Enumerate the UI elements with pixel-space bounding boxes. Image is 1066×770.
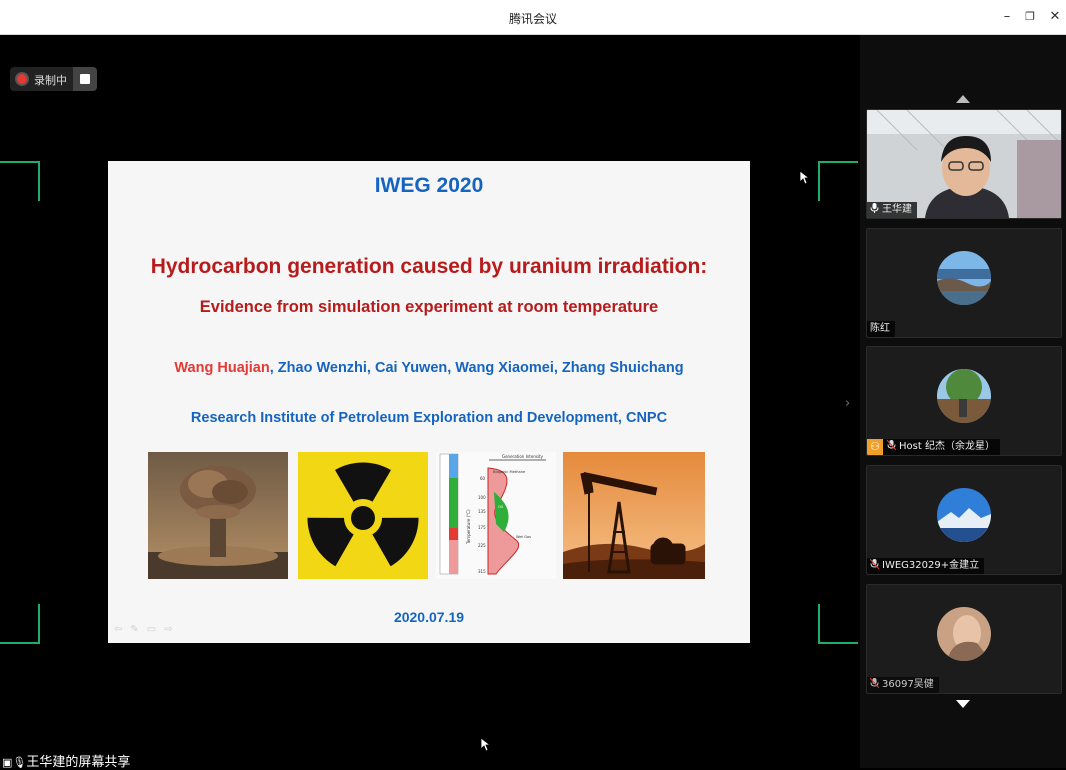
participant-name: IWEG32029+金建立 xyxy=(867,558,985,574)
first-author: Wang Huajian xyxy=(174,360,270,376)
participant-tile[interactable]: ⚇ Host 纪杰（余龙星） xyxy=(866,346,1062,456)
recording-indicator: 录制中 xyxy=(10,67,97,91)
mic-muted-icon xyxy=(887,440,896,450)
participant-name: 陈红 xyxy=(867,321,895,337)
mic-icon: 🎙 xyxy=(12,756,27,769)
diagram-zone-oil: Oil xyxy=(498,505,503,509)
diagram-top-label: Generation Intensity xyxy=(502,454,544,459)
participant-panel: 王华建 陈红 ⚇ Host 纪杰（余龙星） IWEG32029+金建立 36097 xyxy=(860,35,1066,768)
other-authors: , Zhao Wenzhi, Cai Yuwen, Wang Xiaomei, … xyxy=(269,360,684,376)
mouse-cursor-icon xyxy=(800,171,810,185)
scroll-down-icon[interactable] xyxy=(956,700,970,708)
screen-share-icon: ▣ xyxy=(2,756,13,769)
restore-icon[interactable]: ❐ xyxy=(1021,8,1039,26)
slide-authors: Wang Huajian, Zhao Wenzhi, Cai Yuwen, Wa… xyxy=(108,360,750,376)
focus-bracket xyxy=(0,604,40,644)
mic-muted-icon xyxy=(870,678,879,688)
avatar xyxy=(937,488,991,542)
diagram-tick: 175 xyxy=(478,525,486,530)
collapse-panel-icon[interactable]: › xyxy=(845,396,850,411)
host-icon: ⚇ xyxy=(867,439,883,455)
avatar xyxy=(937,251,991,305)
participant-name: ⚇ Host 纪杰（余龙星） xyxy=(867,439,1000,455)
mouse-cursor-icon xyxy=(481,738,491,752)
diagram-axis-label: Temperature (°C) xyxy=(466,509,471,545)
radiation-icon xyxy=(298,452,428,579)
slide-title: Hydrocarbon generation caused by uranium… xyxy=(150,255,708,278)
stop-icon xyxy=(80,74,90,84)
slide-institution: Research Institute of Petroleum Explorat… xyxy=(190,410,668,426)
oil-pump-image xyxy=(563,452,705,579)
scroll-up-icon[interactable] xyxy=(956,95,970,103)
mic-icon xyxy=(870,203,879,213)
participant-name: 36097吴健 xyxy=(867,677,939,693)
slide-controls[interactable]: ⇦✎▭⇨ xyxy=(114,624,181,635)
mushroom-cloud-image xyxy=(148,452,288,579)
focus-bracket xyxy=(818,604,858,644)
focus-bracket xyxy=(818,161,858,201)
avatar xyxy=(937,369,991,423)
diagram-tick: 60 xyxy=(480,476,486,481)
diagram-zone-methane: Biogenic Methane xyxy=(493,470,526,474)
close-icon[interactable]: ✕ xyxy=(1046,8,1064,26)
screen-share-status: ▣🎙王华建的屏幕共享 xyxy=(2,751,130,770)
diagram-zone-wetgas: Wet Gas xyxy=(516,535,531,539)
participant-tile[interactable]: 王华建 xyxy=(866,109,1062,219)
participant-tile[interactable]: 陈红 xyxy=(866,228,1062,338)
title-bar: 腾讯会议 – ❐ ✕ xyxy=(0,0,1066,35)
diagram-tick: 315 xyxy=(478,569,486,574)
participant-name: 王华建 xyxy=(867,202,917,218)
window-title: 腾讯会议 xyxy=(508,12,557,26)
recording-label: 录制中 xyxy=(34,74,67,87)
participant-tile[interactable]: 36097吴健 xyxy=(866,584,1062,694)
diagram-tick: 135 xyxy=(478,509,486,514)
generation-diagram: Generation Intensity Biogenic Methane Oi… xyxy=(436,452,556,579)
diagram-tick: 225 xyxy=(478,543,486,548)
focus-bracket xyxy=(0,161,40,201)
avatar xyxy=(937,607,991,661)
minimize-icon[interactable]: – xyxy=(998,8,1016,26)
slide-subtitle: Evidence from simulation experiment at r… xyxy=(199,298,659,316)
shared-slide: IWEG 2020 Hydrocarbon generation caused … xyxy=(108,161,750,643)
record-dot-icon xyxy=(17,74,27,84)
slide-event: IWEG 2020 xyxy=(374,174,484,197)
stop-recording-button[interactable] xyxy=(73,67,97,91)
slide-date: 2020.07.19 xyxy=(393,609,465,625)
mic-muted-icon xyxy=(870,559,879,569)
participant-tile[interactable]: IWEG32029+金建立 xyxy=(866,465,1062,575)
diagram-tick: 100 xyxy=(478,495,486,500)
